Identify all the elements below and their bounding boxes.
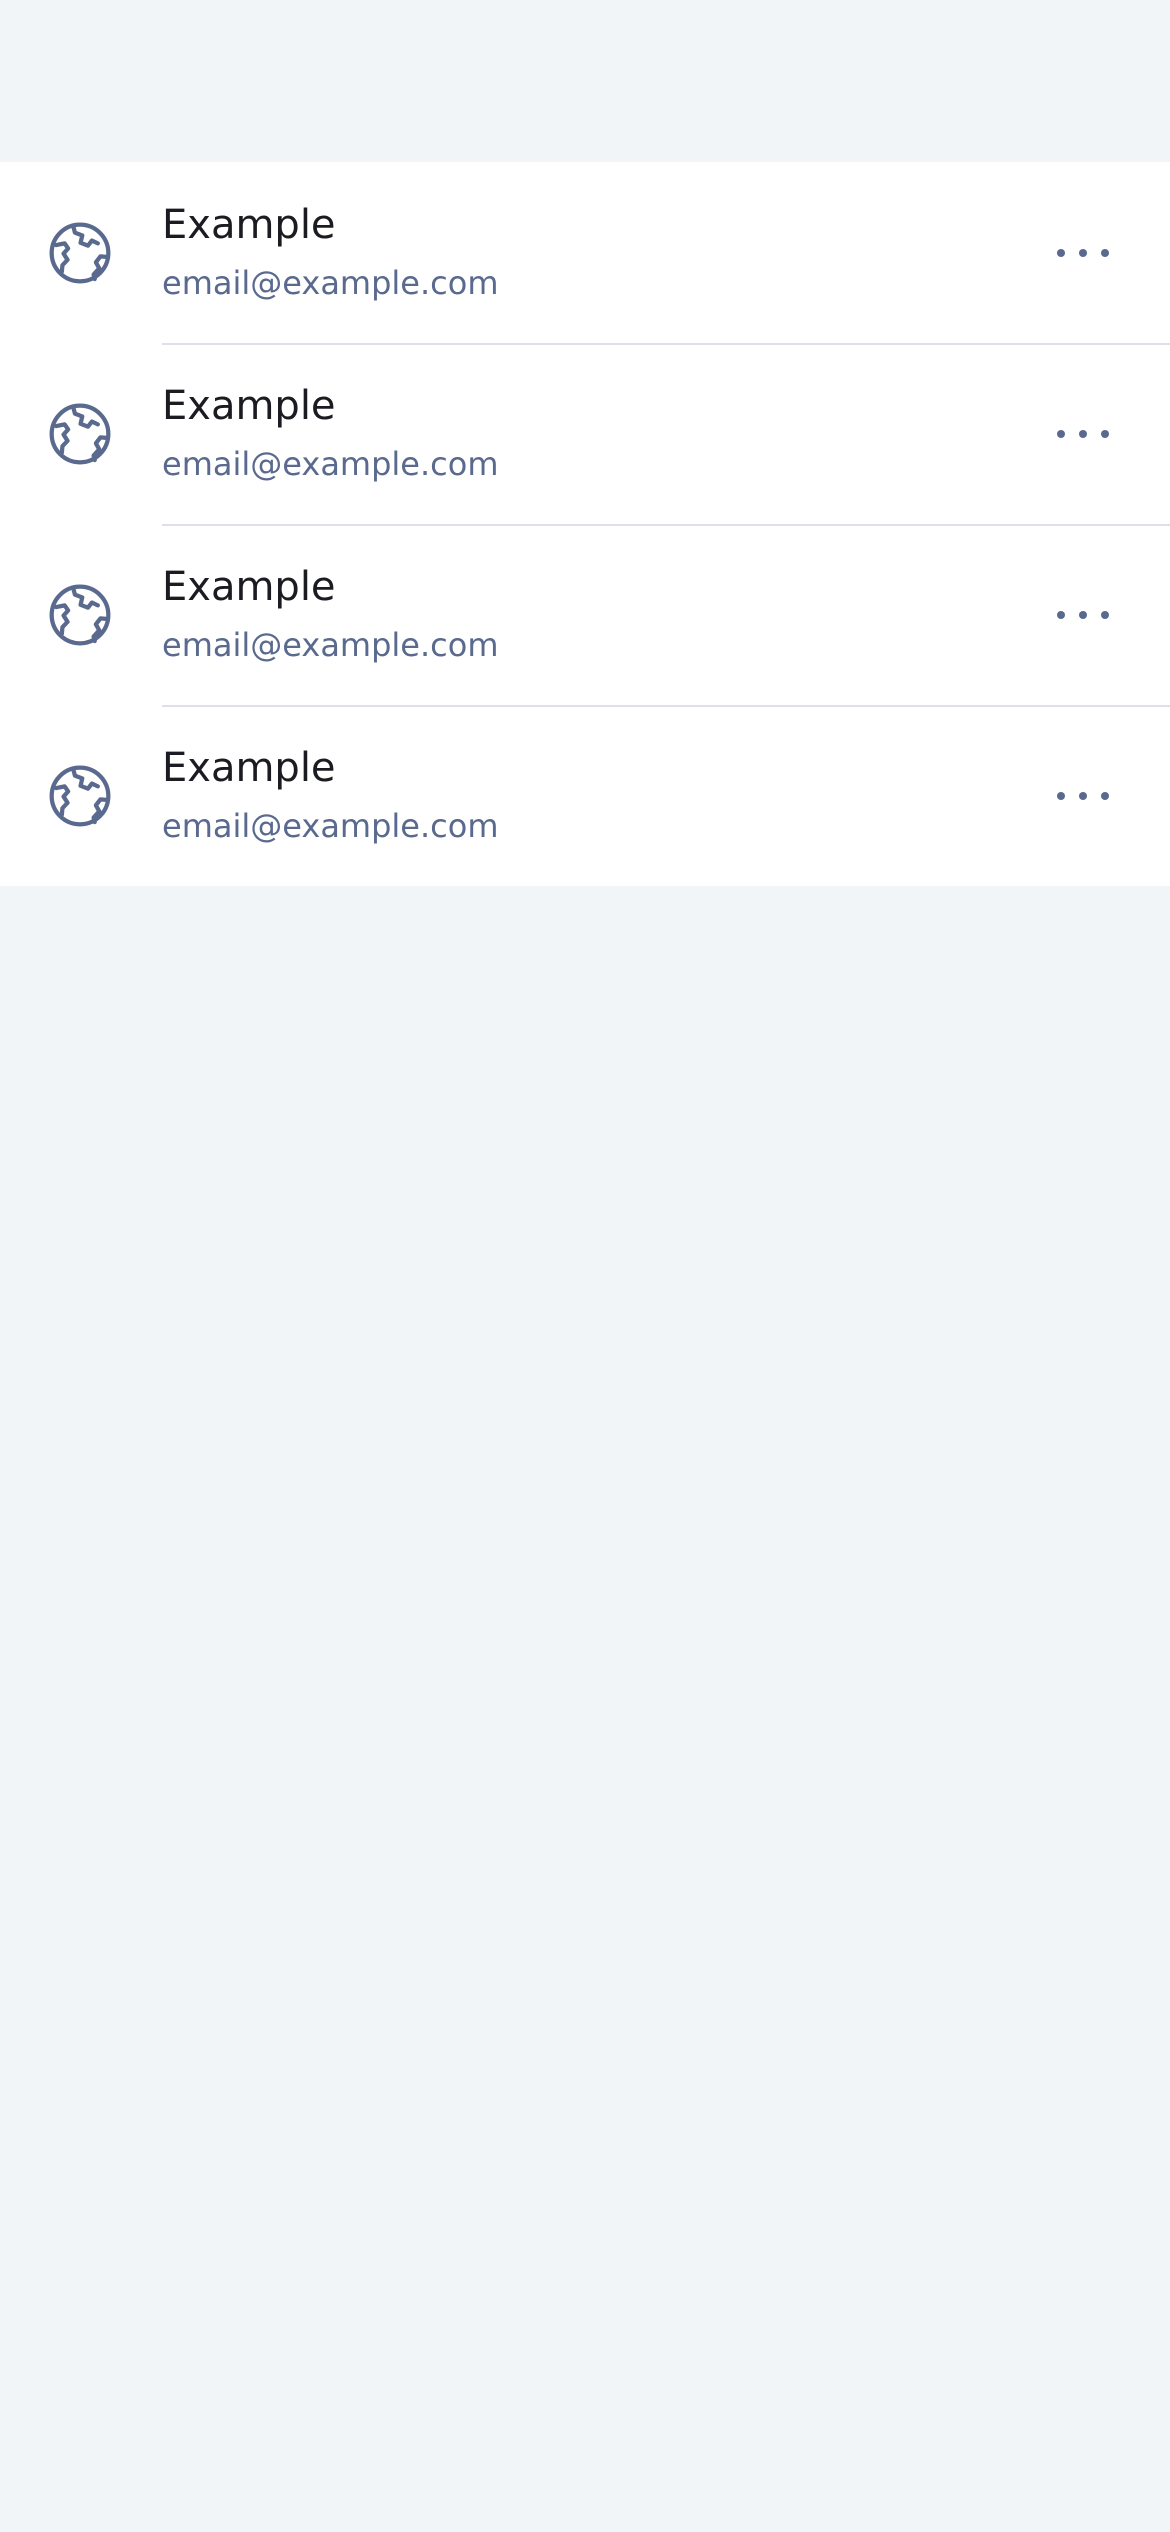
item-title: Example [162,744,336,791]
item-title: Example [162,201,336,248]
more-options-button[interactable] [1038,389,1128,479]
item-email: email@example.com [162,444,499,483]
more-horizontal-icon [1057,248,1109,257]
item-text: Example email@example.com [162,201,1038,303]
top-spacer [0,0,1170,162]
list-item[interactable]: Example email@example.com [0,162,1170,343]
item-email: email@example.com [162,806,499,845]
item-title: Example [162,563,336,610]
more-options-button[interactable] [1038,570,1128,660]
globe-icon [46,581,114,649]
item-text: Example email@example.com [162,563,1038,665]
item-text: Example email@example.com [162,382,1038,484]
more-horizontal-icon [1057,429,1109,438]
globe-icon [46,219,114,287]
more-options-button[interactable] [1038,208,1128,298]
list-item[interactable]: Example email@example.com [0,705,1170,886]
more-options-button[interactable] [1038,751,1128,841]
list-item[interactable]: Example email@example.com [0,343,1170,524]
item-email: email@example.com [162,263,499,302]
account-list: Example email@example.com Example email@… [0,162,1170,886]
item-text: Example email@example.com [162,744,1038,846]
globe-icon [46,762,114,830]
item-title: Example [162,382,336,429]
list-item[interactable]: Example email@example.com [0,524,1170,705]
globe-icon [46,400,114,468]
item-email: email@example.com [162,625,499,664]
more-horizontal-icon [1057,610,1109,619]
more-horizontal-icon [1057,791,1109,800]
